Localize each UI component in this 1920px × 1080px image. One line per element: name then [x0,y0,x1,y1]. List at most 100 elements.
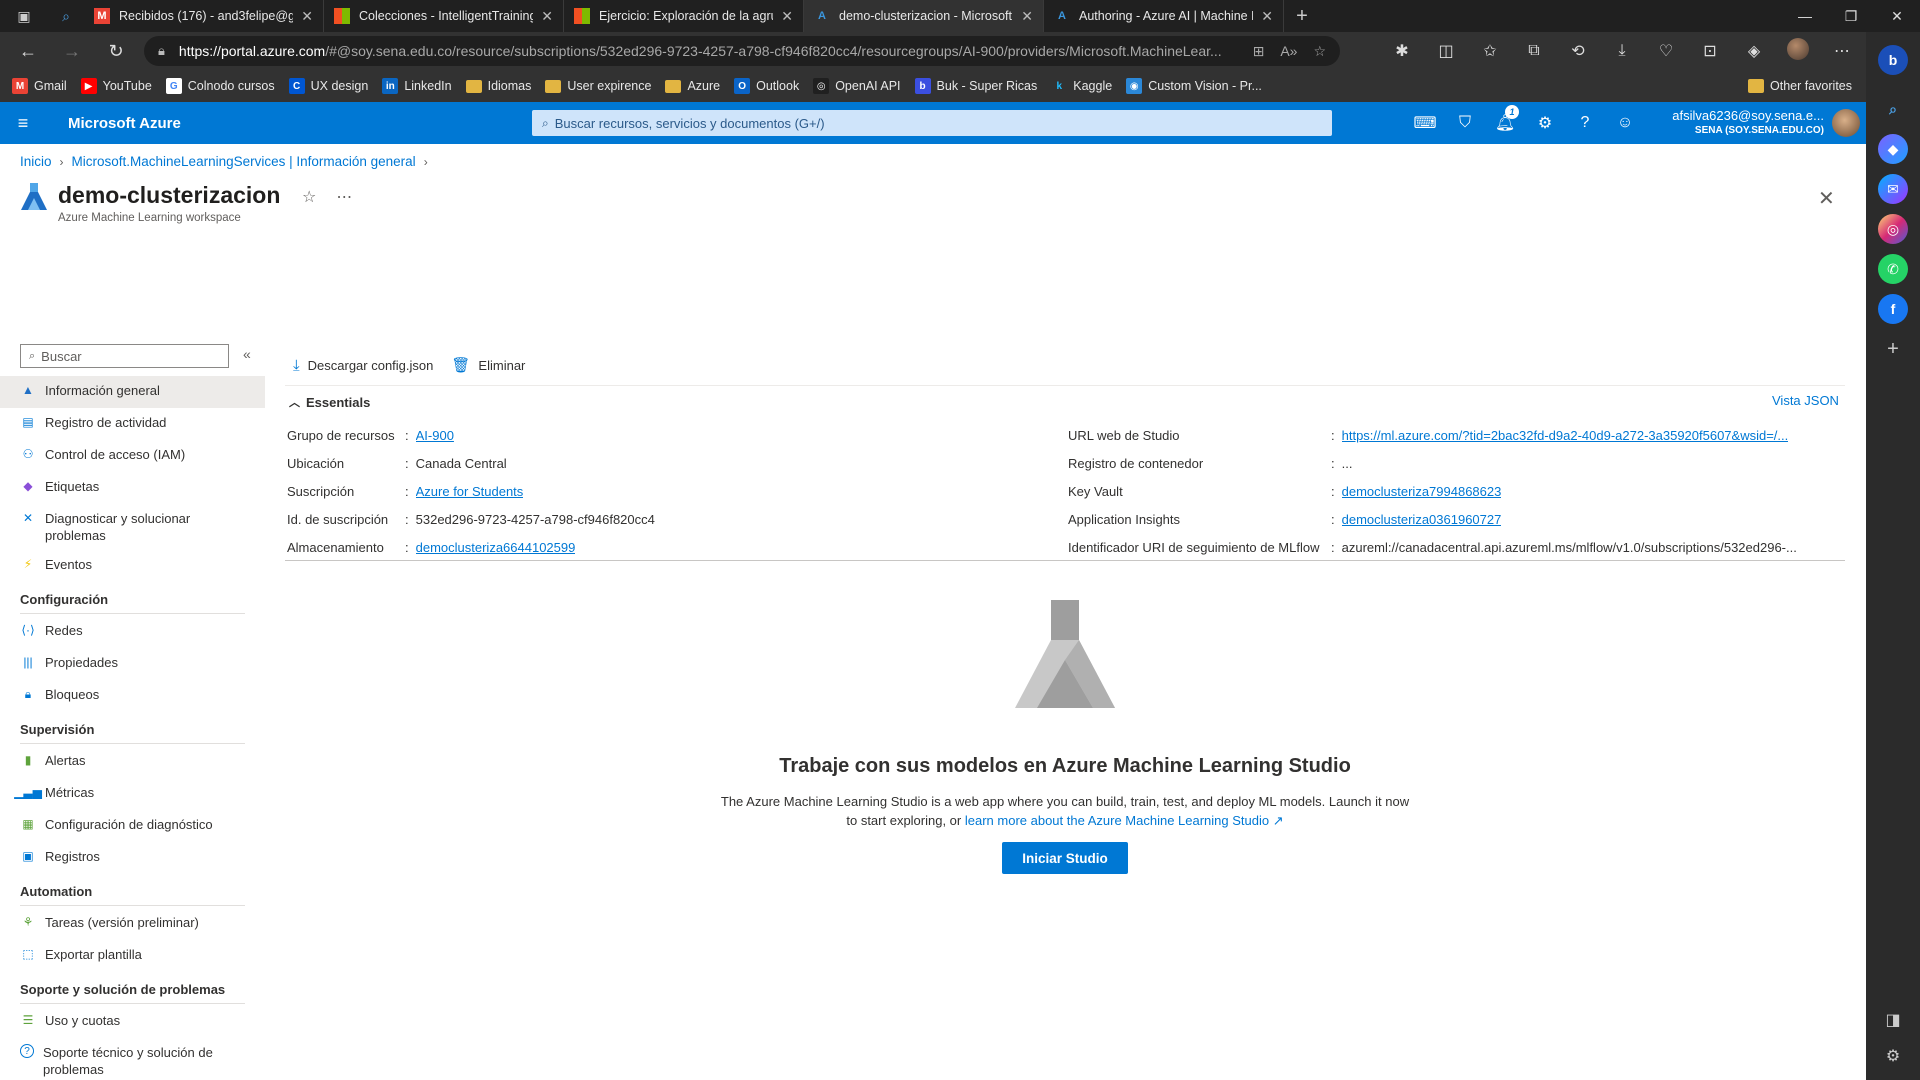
back-icon[interactable]: ← [6,41,50,62]
tag-icon: ◆ [23,479,33,493]
bookmark-item[interactable]: ◉ Custom Vision - Pr... [1126,78,1262,94]
performance-icon[interactable]: ♡ [1644,41,1688,61]
other-favorites[interactable]: Other favorites [1748,70,1852,102]
essentials-value[interactable]: Azure for Students [416,484,524,499]
youtube-icon: ▶ [80,78,97,94]
address-bar[interactable]: 🔒︎ https://portal.azure.com/#@soy.sena.e… [144,36,1340,66]
bing-copilot-icon[interactable]: b [1878,45,1908,75]
close-window-icon[interactable]: ✕ [1874,0,1920,32]
search-icon[interactable]: ⌕ [1878,94,1908,124]
restore-icon[interactable]: ❐ [1828,0,1874,32]
bookmark-item[interactable]: k Kaggle [1051,78,1112,94]
download-config-button[interactable]: ⤓ Descargar config.json [293,357,433,374]
menu-search-input[interactable]: ⌕ Buscar [20,344,229,368]
menu-item-properties[interactable]: ||| Propiedades [0,648,265,680]
menu-item-wrench[interactable]: ✕ Diagnosticar y solucionar problemas [0,504,265,550]
close-tab-icon[interactable]: ✕ [1261,8,1273,25]
sidebar-settings-icon[interactable]: ⚙ [1886,1046,1900,1066]
essentials-value[interactable]: democlusteriza0361960727 [1342,512,1502,527]
bookmark-item[interactable]: Azure [665,79,720,93]
folder-icon [465,79,482,93]
favorite-star-icon[interactable]: ☆ [1313,43,1326,60]
whatsapp-icon[interactable]: ✆ [1878,254,1908,284]
facebook-icon[interactable]: f [1878,294,1908,324]
profile-icon[interactable] [1776,37,1820,65]
bookmark-item[interactable]: C UX design [288,78,368,94]
read-aloud-icon[interactable]: A» [1280,43,1297,59]
close-tab-icon[interactable]: ✕ [781,8,793,25]
menu-item-activity-log[interactable]: ▤ Registro de actividad [0,408,265,440]
menu-item-metrics[interactable]: ▁▃▅ Métricas [0,778,265,810]
menu-item-iam[interactable]: ⚇ Control de acceso (IAM) [0,440,265,472]
favorites-icon[interactable]: ✩ [1468,41,1512,61]
menu-item-diagnostic-settings[interactable]: ▦ Configuración de diagnóstico [0,810,265,842]
delete-button[interactable]: 🗑︎ Eliminar [451,356,525,374]
refresh-icon[interactable]: ↻ [94,41,138,62]
split-screen-icon[interactable]: ◫ [1424,41,1468,61]
menu-item-quota[interactable]: ☰ Uso y cuotas [0,1006,265,1038]
browser-tab[interactable]: Ejercicio: Exploración de la agrup ✕ [564,0,804,32]
essentials-colon: : [1331,539,1335,555]
bookmark-label: Gmail [34,79,67,93]
browser-tab[interactable]: Colecciones - IntelligentTraining ✕ [324,0,564,32]
close-tab-icon[interactable]: ✕ [301,8,313,25]
history-icon[interactable]: ⟲ [1556,41,1600,61]
search-tab-icon[interactable]: ⌕ [48,0,84,32]
menu-item-lock[interactable]: 🔒︎ Bloqueos [0,680,265,712]
bookmark-item[interactable]: G Colnodo cursos [165,78,275,94]
bookmark-item[interactable]: b Buk - Super Ricas [914,78,1037,94]
close-tab-icon[interactable]: ✕ [541,8,553,25]
essentials-value[interactable]: AI-900 [416,428,454,443]
bookmark-item[interactable]: ▶ YouTube [80,78,152,94]
essentials-value[interactable]: https://ml.azure.com/?tid=2bac32fd-d9a2-… [1342,428,1789,443]
menu-item-help[interactable]: ? Soporte técnico y solución de problemas [0,1038,265,1080]
menu-item-network[interactable]: ⟨·⟩ Redes [0,616,265,648]
launch-studio-button[interactable]: Iniciar Studio [1002,842,1128,874]
essentials-value[interactable]: democlusteriza6644102599 [416,540,576,555]
essentials-toggle[interactable]: ︿ Essentials [289,394,370,410]
menu-item-label: Soporte técnico y solución de problemas [43,1045,213,1077]
menu-item-alert[interactable]: ▮ Alertas [0,746,265,778]
add-sidebar-app-icon[interactable]: + [1878,334,1908,364]
browser-tab[interactable]: A Authoring - Azure AI | Machine L ✕ [1044,0,1284,32]
menu-item-ml[interactable]: ▲ Información general [0,376,265,408]
url-path: /#@soy.sena.edu.co/resource/subscription… [325,43,1222,59]
linkedin-icon: in [382,78,399,94]
json-view-link[interactable]: Vista JSON [1772,393,1839,408]
menu-item-export-template[interactable]: ⬚ Exportar plantilla [0,940,265,972]
menu-item-lightning[interactable]: ⚡︎ Eventos [0,550,265,582]
minimize-icon[interactable]: — [1782,0,1828,32]
collapse-menu-icon[interactable]: « [243,346,251,362]
messenger-icon[interactable]: ✉ [1878,174,1908,204]
lock-icon[interactable]: 🔒︎ [158,43,165,59]
bookmark-item[interactable]: in LinkedIn [382,78,452,94]
bookmark-item[interactable]: User expirence [545,79,651,93]
bookmark-item[interactable]: M Gmail [12,78,67,94]
bookmark-label: Custom Vision - Pr... [1148,79,1262,93]
forward-icon[interactable]: → [50,41,94,62]
more-options-icon[interactable]: ⋯ [1820,41,1864,61]
downloads-icon[interactable]: ⤓ [1600,42,1644,60]
bookmark-item[interactable]: O Outlook [734,78,799,94]
tab-actions-icon[interactable]: ▣ [0,0,48,32]
collections-icon[interactable]: ⧉ [1512,42,1556,60]
menu-item-tasks[interactable]: ⚘ Tareas (versión preliminar) [0,908,265,940]
bookmark-item[interactable]: Idiomas [465,79,531,93]
chevron-up-icon: ︿ [289,397,300,409]
learn-more-link[interactable]: learn more about the Azure Machine Learn… [965,813,1284,828]
extensions-icon[interactable]: ✱ [1380,41,1424,61]
hide-sidebar-icon[interactable]: ◨ [1885,1010,1900,1030]
browser-essentials-icon[interactable]: ◈ [1732,41,1776,61]
screenshot-icon[interactable]: ⊡ [1688,41,1732,61]
instagram-icon[interactable]: ◎ [1878,214,1908,244]
designer-icon[interactable]: ◆ [1878,134,1908,164]
browser-tab[interactable]: M Recibidos (176) - and3felipe@gm ✕ [84,0,324,32]
menu-item-tag[interactable]: ◆ Etiquetas [0,472,265,504]
close-tab-icon[interactable]: ✕ [1021,8,1033,25]
bookmark-item[interactable]: ◎ OpenAI API [813,78,901,94]
essentials-value[interactable]: democlusteriza7994868623 [1342,484,1502,499]
browser-tab[interactable]: Ademo-clusterizacion - Microsoft ✕ [804,0,1044,32]
new-tab-button[interactable]: + [1284,0,1320,32]
menu-item-logs[interactable]: ▣ Registros [0,842,265,874]
app-available-icon[interactable]: ⊞ [1253,43,1265,60]
